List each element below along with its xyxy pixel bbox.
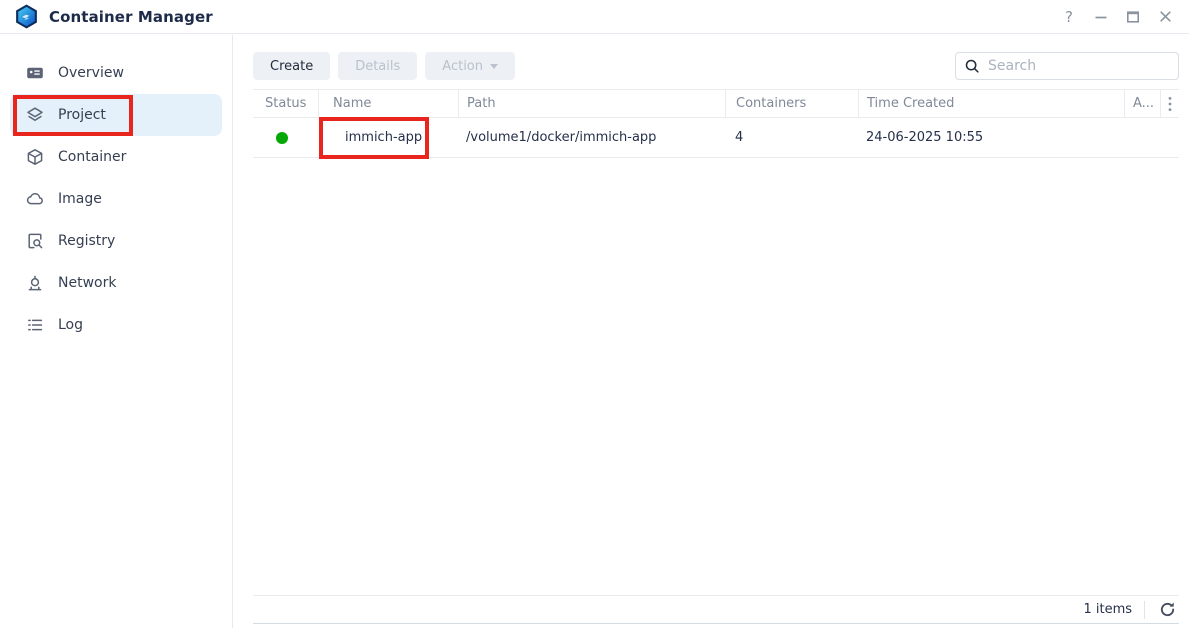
sidebar-item-label: Log bbox=[58, 317, 83, 333]
sidebar-item-container[interactable]: Container bbox=[0, 136, 232, 178]
sidebar-item-label: Registry bbox=[58, 233, 115, 249]
row-path-cell: /volume1/docker/immich-app bbox=[458, 130, 725, 145]
column-header-time-created[interactable]: Time Created bbox=[858, 90, 1124, 117]
sidebar-item-overview[interactable]: Overview bbox=[0, 52, 232, 94]
window-controls: ? bbox=[1061, 8, 1173, 26]
app-title: Container Manager bbox=[49, 8, 213, 26]
row-status-cell bbox=[253, 132, 318, 144]
sidebar-item-label: Container bbox=[58, 149, 126, 165]
chevron-down-icon bbox=[490, 64, 498, 69]
log-list-icon bbox=[26, 316, 44, 334]
overview-icon bbox=[26, 64, 44, 82]
search-icon bbox=[964, 58, 980, 74]
sidebar-item-registry[interactable]: Registry bbox=[0, 220, 232, 262]
refresh-icon bbox=[1159, 601, 1176, 618]
sidebar: Overview Project Container Image Registr… bbox=[0, 35, 233, 628]
create-button[interactable]: Create bbox=[253, 52, 330, 80]
sidebar-item-label: Network bbox=[58, 275, 116, 291]
sidebar-item-label: Overview bbox=[58, 65, 124, 81]
status-running-dot bbox=[276, 132, 288, 144]
refresh-button[interactable] bbox=[1157, 600, 1177, 620]
table-header: Status Name Path Containers Time Created… bbox=[253, 89, 1179, 118]
footer-divider bbox=[1144, 601, 1145, 619]
sidebar-item-project[interactable]: Project bbox=[10, 94, 222, 136]
column-options-button[interactable] bbox=[1160, 90, 1179, 117]
image-cloud-icon bbox=[26, 190, 44, 208]
search-input[interactable] bbox=[988, 58, 1170, 74]
container-cube-icon bbox=[26, 148, 44, 166]
sidebar-item-image[interactable]: Image bbox=[0, 178, 232, 220]
container-manager-logo-icon bbox=[14, 4, 39, 29]
details-button[interactable]: Details bbox=[338, 52, 417, 80]
row-time-created-cell: 24-06-2025 10:55 bbox=[858, 130, 1124, 145]
items-count: 1 items bbox=[1083, 602, 1132, 617]
vertical-dots-icon bbox=[1168, 96, 1172, 112]
sidebar-item-label: Image bbox=[58, 191, 102, 207]
container-manager-window: Container Manager ? Overview Pro bbox=[0, 0, 1189, 628]
minimize-icon[interactable] bbox=[1093, 8, 1109, 26]
table-empty-area bbox=[234, 158, 1189, 595]
table-footer: 1 items bbox=[253, 595, 1179, 624]
table-row[interactable]: immich-app /volume1/docker/immich-app 4 … bbox=[253, 118, 1179, 158]
network-hub-icon bbox=[26, 274, 44, 292]
help-icon[interactable]: ? bbox=[1061, 8, 1077, 26]
close-icon[interactable] bbox=[1157, 8, 1173, 26]
sidebar-item-network[interactable]: Network bbox=[0, 262, 232, 304]
main-panel: Create Details Action Status Name Path C… bbox=[234, 35, 1189, 628]
action-dropdown-label: Action bbox=[442, 59, 483, 74]
column-header-status[interactable]: Status bbox=[253, 90, 318, 117]
title-bar: Container Manager ? bbox=[0, 0, 1189, 34]
column-header-path[interactable]: Path bbox=[458, 90, 725, 117]
row-containers-cell: 4 bbox=[725, 130, 858, 145]
column-header-containers[interactable]: Containers bbox=[725, 90, 858, 117]
sidebar-item-log[interactable]: Log bbox=[0, 304, 232, 346]
search-box bbox=[955, 52, 1179, 80]
sidebar-item-label: Project bbox=[58, 107, 106, 123]
toolbar: Create Details Action bbox=[253, 52, 1179, 80]
column-header-name[interactable]: Name bbox=[318, 90, 458, 117]
action-dropdown-button[interactable]: Action bbox=[425, 52, 515, 80]
maximize-icon[interactable] bbox=[1125, 8, 1141, 26]
column-header-action[interactable]: A... bbox=[1124, 90, 1160, 117]
registry-search-icon bbox=[26, 232, 44, 250]
row-name-cell: immich-app bbox=[318, 130, 458, 145]
project-layers-icon bbox=[26, 106, 44, 124]
